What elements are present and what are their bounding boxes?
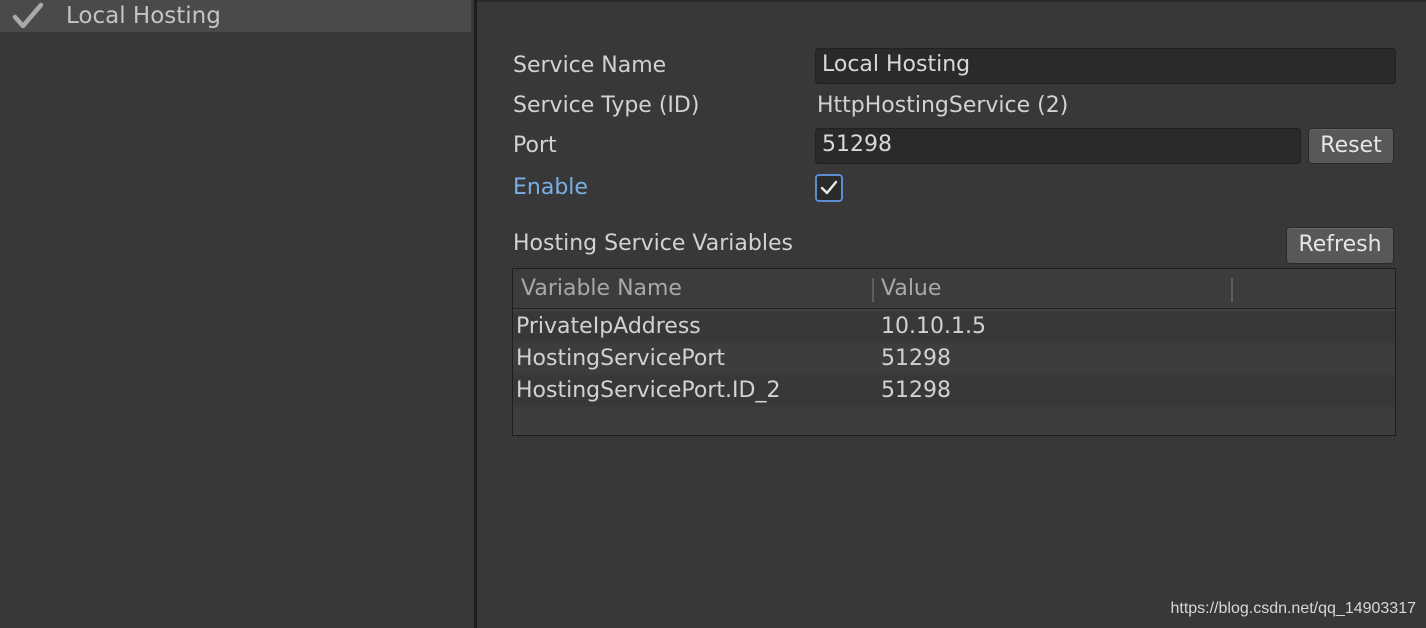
enable-label: Enable: [513, 175, 588, 200]
port-field[interactable]: 51298: [815, 128, 1301, 164]
variable-name-cell: HostingServicePort: [516, 346, 726, 371]
service-list-item-local-hosting[interactable]: Local Hosting: [0, 0, 471, 32]
variables-table: Variable Name Value PrivateIpAddress 10.…: [512, 268, 1396, 436]
variable-name-cell: HostingServicePort.ID_2: [516, 378, 781, 403]
checkmark-icon: [820, 180, 838, 195]
variable-value-cell: 51298: [881, 378, 951, 403]
table-row-empty: [513, 407, 1395, 435]
service-name-field[interactable]: Local Hosting: [815, 48, 1396, 84]
watermark-text: https://blog.csdn.net/qq_14903317: [1170, 600, 1416, 617]
table-row[interactable]: HostingServicePort.ID_2 51298: [513, 375, 1395, 407]
table-row[interactable]: PrivateIpAddress 10.10.1.5: [513, 311, 1395, 343]
table-header: Variable Name Value: [513, 269, 1395, 309]
variable-value-cell: 10.10.1.5: [881, 314, 986, 339]
variable-value-cell: 51298: [881, 346, 951, 371]
column-header-value[interactable]: Value: [881, 276, 941, 302]
variable-name-cell: PrivateIpAddress: [516, 314, 701, 339]
services-list-panel: Local Hosting: [0, 0, 473, 628]
column-resize-handle[interactable]: [1231, 278, 1233, 302]
hosting-service-variables-title: Hosting Service Variables: [513, 231, 793, 256]
checkmark-icon: [12, 2, 44, 30]
service-name-label: Service Name: [513, 53, 667, 78]
service-type-value: HttpHostingService (2): [817, 93, 1069, 118]
enable-checkbox[interactable]: [815, 174, 843, 202]
port-label: Port: [513, 133, 557, 158]
column-resize-handle[interactable]: [872, 278, 874, 302]
reset-button[interactable]: Reset: [1308, 128, 1394, 164]
table-row[interactable]: HostingServicePort 51298: [513, 343, 1395, 375]
service-type-label: Service Type (ID): [513, 93, 700, 118]
service-inspector-panel: Service Name Local Hosting Service Type …: [477, 0, 1426, 628]
app-window: Local Hosting Service Name Local Hosting…: [0, 0, 1426, 628]
column-header-variable-name[interactable]: Variable Name: [521, 276, 682, 302]
service-list-item-label: Local Hosting: [66, 3, 221, 29]
refresh-button[interactable]: Refresh: [1286, 227, 1394, 264]
